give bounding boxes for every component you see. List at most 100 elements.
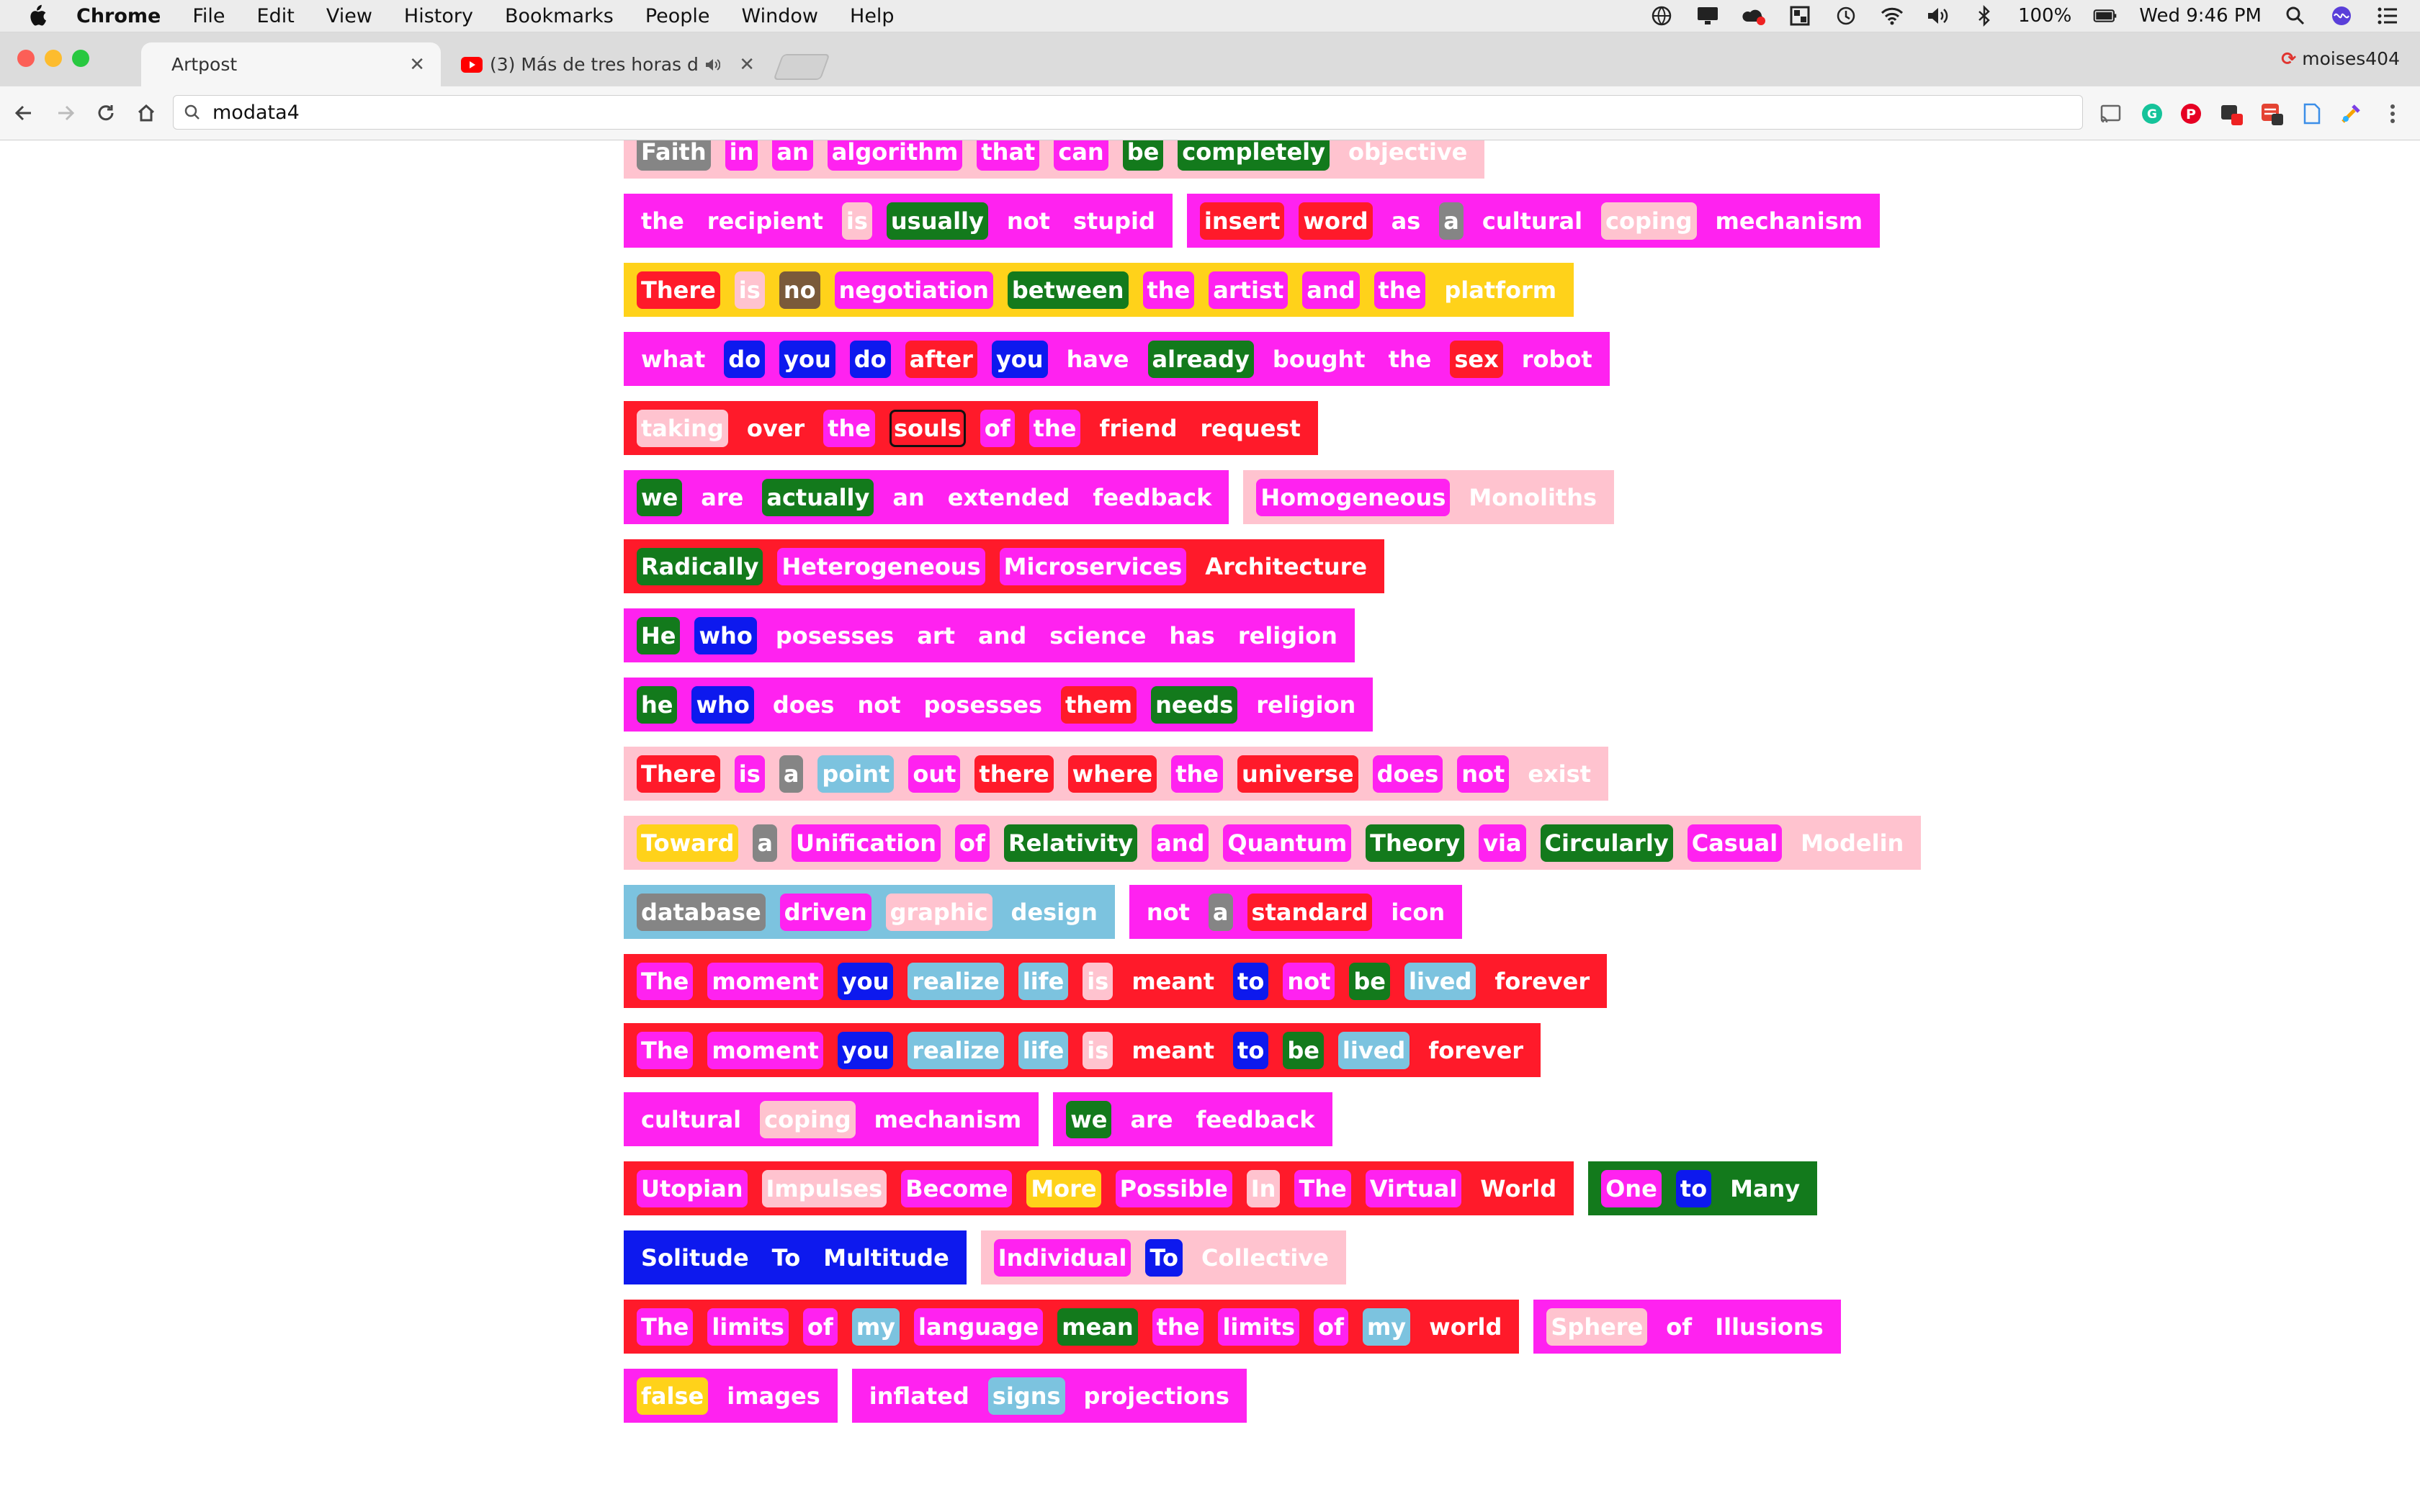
window-manager-icon[interactable] xyxy=(1788,5,1812,27)
word-chip[interactable]: as xyxy=(1387,202,1425,240)
word-chip[interactable]: algorithm xyxy=(827,140,963,171)
word-chip[interactable]: not xyxy=(853,686,905,724)
word-chip[interactable]: meant xyxy=(1127,963,1219,1000)
word-chip[interactable]: To xyxy=(768,1239,805,1277)
word-chip[interactable]: exist xyxy=(1523,755,1595,793)
phrase-block[interactable]: One to Many xyxy=(1588,1161,1818,1215)
word-chip[interactable]: of xyxy=(802,1308,838,1346)
menu-history[interactable]: History xyxy=(404,5,473,27)
word-chip[interactable]: platform xyxy=(1440,271,1561,309)
word-chip[interactable]: One xyxy=(1601,1169,1662,1207)
word-chip[interactable]: The xyxy=(637,1308,694,1346)
phrase-block[interactable]: Utopian Impulses Become More Possible In The Vi… xyxy=(624,1161,1574,1215)
word-chip[interactable]: you xyxy=(991,340,1048,378)
address-bar[interactable]: modata4 xyxy=(173,95,2083,130)
word-chip[interactable]: does xyxy=(768,686,839,724)
word-chip[interactable]: Microservices xyxy=(999,547,1187,585)
word-chip[interactable]: realize xyxy=(908,1031,1004,1069)
spotlight-search-icon[interactable] xyxy=(2283,5,2308,27)
word-chip[interactable]: of xyxy=(1662,1308,1696,1346)
phrase-block[interactable]: insert word as a cultural coping mechanism xyxy=(1186,194,1881,248)
extension-badge-icon[interactable] xyxy=(2220,102,2243,125)
word-chip[interactable]: we xyxy=(637,478,683,516)
word-chip[interactable]: in xyxy=(725,140,758,171)
word-chip[interactable]: he xyxy=(637,685,678,724)
word-chip[interactable]: what xyxy=(637,341,709,378)
word-chip[interactable]: insert xyxy=(1199,202,1285,240)
word-chip[interactable]: be xyxy=(1122,140,1164,171)
word-chip[interactable]: between xyxy=(1007,271,1129,309)
word-chip[interactable]: can xyxy=(1054,140,1108,171)
phrase-block[interactable]: cultural coping mechanism xyxy=(624,1092,1039,1146)
word-chip[interactable]: be xyxy=(1283,1031,1324,1069)
word-chip[interactable]: coping xyxy=(760,1100,856,1138)
word-chip[interactable]: point xyxy=(817,755,895,793)
word-chip[interactable]: after xyxy=(905,340,977,378)
word-chip[interactable]: forever xyxy=(1424,1032,1528,1069)
word-chip[interactable]: world xyxy=(1425,1308,1506,1346)
phrase-block[interactable]: Faith in an algorithm that can be completely obj… xyxy=(624,140,1485,179)
word-chip[interactable]: via xyxy=(1479,824,1526,862)
display-icon[interactable] xyxy=(1695,5,1720,27)
word-chip[interactable]: an xyxy=(772,140,813,171)
address-bar-value[interactable]: modata4 xyxy=(212,102,300,124)
phrase-block[interactable]: false images xyxy=(624,1369,838,1423)
word-chip[interactable]: religion xyxy=(1234,617,1342,654)
word-chip[interactable]: lived xyxy=(1404,962,1476,1000)
word-chip[interactable]: He xyxy=(637,616,681,654)
word-chip[interactable]: To xyxy=(1145,1238,1183,1277)
word-chip[interactable]: an xyxy=(888,479,928,516)
word-chip[interactable]: are xyxy=(696,479,748,516)
phrase-block[interactable]: The limits of my language mean the limits of my wo… xyxy=(624,1300,1520,1354)
word-chip[interactable]: does xyxy=(1372,755,1443,793)
word-chip[interactable]: the xyxy=(1142,271,1195,309)
cast-icon[interactable] xyxy=(2099,102,2122,125)
word-chip[interactable]: of xyxy=(1314,1308,1348,1346)
word-chip[interactable]: do xyxy=(724,340,766,378)
word-chip[interactable]: Theory xyxy=(1366,824,1465,862)
word-chip[interactable]: mean xyxy=(1057,1308,1138,1346)
word-chip[interactable]: limits xyxy=(707,1308,789,1346)
menu-help[interactable]: Help xyxy=(850,5,895,27)
phrase-block[interactable]: Solitude To Multitude xyxy=(624,1230,967,1284)
word-chip[interactable]: out xyxy=(908,755,961,793)
word-chip[interactable]: moment xyxy=(707,1031,823,1069)
todoist-icon[interactable] xyxy=(2260,102,2283,125)
phrase-block[interactable]: Individual To Collective xyxy=(980,1230,1346,1284)
word-chip[interactable]: usually xyxy=(886,202,988,240)
word-chip[interactable]: the xyxy=(1171,755,1223,793)
word-chip[interactable]: forever xyxy=(1490,963,1594,1000)
word-chip[interactable]: extended xyxy=(944,479,1075,516)
word-chip[interactable]: Heterogeneous xyxy=(777,547,985,585)
back-button[interactable] xyxy=(10,99,37,127)
phrase-block[interactable]: inflated signs projections xyxy=(851,1369,1247,1423)
word-chip[interactable]: you xyxy=(779,340,835,378)
phrase-block[interactable]: Homogeneous Monoliths xyxy=(1243,470,1615,524)
word-chip[interactable]: projections xyxy=(1080,1377,1234,1415)
word-chip[interactable]: objective xyxy=(1344,140,1471,171)
word-chip[interactable]: there xyxy=(974,755,1054,793)
word-chip[interactable]: bought xyxy=(1268,341,1370,378)
word-chip[interactable]: souls xyxy=(889,409,966,447)
word-chip[interactable]: friend xyxy=(1095,410,1181,447)
phrase-block[interactable]: we are feedback xyxy=(1053,1092,1332,1146)
word-chip[interactable]: lived xyxy=(1337,1031,1410,1069)
word-chip[interactable]: do xyxy=(849,340,891,378)
word-chip[interactable]: images xyxy=(722,1377,825,1415)
tab-artpost[interactable]: Artpost ✕ xyxy=(141,42,441,86)
close-window-button[interactable] xyxy=(17,50,35,67)
word-chip[interactable]: is xyxy=(841,202,872,240)
word-chip[interactable]: not xyxy=(1142,894,1194,931)
word-chip[interactable]: Multitude xyxy=(819,1239,954,1277)
word-chip[interactable]: recipient xyxy=(703,202,828,240)
word-chip[interactable]: Modelin xyxy=(1796,824,1908,862)
word-chip[interactable]: limits xyxy=(1218,1308,1300,1346)
phrase-block[interactable]: He who posesses art and science has religion xyxy=(624,608,1355,662)
word-chip[interactable]: needs xyxy=(1151,685,1238,724)
phrase-block[interactable]: Toward a Unification of Relativity and Quantum… xyxy=(624,816,1922,870)
word-chip[interactable]: feedback xyxy=(1088,479,1216,516)
phrase-block[interactable]: we are actually an extended feedback xyxy=(624,470,1229,524)
creative-cloud-icon[interactable] xyxy=(1742,5,1766,27)
phrase-block[interactable]: not a standard icon xyxy=(1129,885,1463,939)
word-chip[interactable]: you xyxy=(837,962,894,1000)
